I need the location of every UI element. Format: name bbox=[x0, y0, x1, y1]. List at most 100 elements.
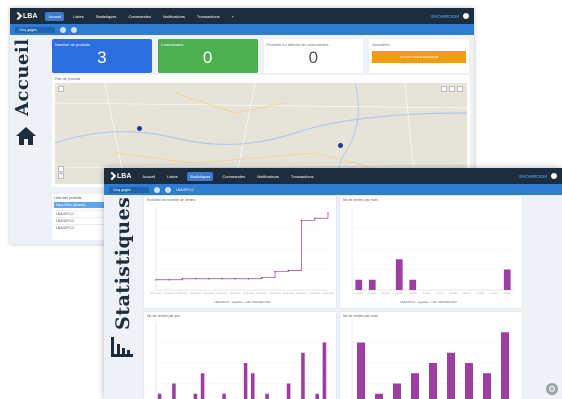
kpi-products-value: 3 bbox=[97, 48, 107, 67]
product-marker[interactable] bbox=[338, 143, 343, 148]
x-tick-label: 11-05-2021 bbox=[243, 293, 255, 295]
x-tick-label: 01-2021 bbox=[355, 293, 364, 295]
x-tick-label: 08-2021 bbox=[449, 293, 458, 295]
kpi-pending-title: Produits en attente de commandes bbox=[266, 42, 329, 47]
x-tick-label: 10-2021 bbox=[476, 293, 485, 295]
product-list-item[interactable]: LBA/DPC/2 bbox=[54, 217, 110, 224]
chart-card-monthly: Nb de ventes par mois 01-2021 02-2021 03-2… bbox=[340, 196, 522, 308]
nav-commandes[interactable]: Commandes bbox=[125, 12, 154, 21]
nav-transactions[interactable]: Transactions bbox=[194, 12, 223, 21]
x-tick-label: 02-2021 bbox=[368, 293, 377, 295]
x-tick-label: 05-2021 bbox=[409, 293, 418, 295]
nav-notifications[interactable]: Notifications bbox=[160, 12, 188, 21]
x-tick-label: 07-2021 bbox=[436, 293, 445, 295]
product-list-item[interactable]: LBA/DPC/3 bbox=[54, 224, 110, 231]
settings-gear-icon[interactable]: ⚙ bbox=[546, 383, 558, 395]
news-showroom-button[interactable]: ACTUALITÉS SHOWROOM bbox=[372, 51, 466, 63]
data-point bbox=[327, 212, 329, 214]
dept-selected[interactable]: Haut-Rhin (Alsace) bbox=[54, 202, 110, 208]
kpi-products-title: Nombre de produits bbox=[55, 42, 91, 47]
stats-subbar: Cinq gagés LBA/DPC/1 bbox=[104, 184, 562, 195]
nav-commandes[interactable]: Commandes bbox=[219, 172, 248, 181]
calendar-icon[interactable] bbox=[165, 186, 171, 193]
layers-icon[interactable] bbox=[58, 86, 64, 92]
logo-arrow-icon bbox=[107, 171, 117, 181]
nav-transactions[interactable]: Transactions bbox=[288, 172, 317, 181]
nav-statistiques[interactable]: Statistiques bbox=[93, 12, 120, 21]
bar bbox=[200, 373, 205, 399]
showroom-selector[interactable]: SHOWROOM bbox=[519, 174, 547, 179]
x-tick-label: 24-06-2021 bbox=[322, 293, 334, 295]
bar bbox=[368, 279, 376, 290]
map-tool-icon[interactable] bbox=[449, 86, 455, 92]
products-list-panel: Liste des produits Haut-Rhin (Alsace) LB… bbox=[52, 194, 112, 240]
data-point bbox=[274, 270, 276, 273]
logo-arrow-icon bbox=[13, 11, 23, 21]
data-point bbox=[208, 277, 210, 280]
data-point bbox=[247, 277, 250, 280]
kpi-orders-title: Commandes bbox=[160, 42, 184, 47]
accueil-menu: Accueil Listes Statistiques Commandes No… bbox=[45, 11, 237, 21]
chart-legend: LBA/DPC/1 - aiguilles - LBA SHOWROOM bbox=[400, 300, 457, 304]
chart-legend: LBA/DPC/1 - aiguilles - LBA SHOWROOM bbox=[214, 300, 271, 304]
x-tick-label: 06-2021 bbox=[422, 293, 431, 295]
bar bbox=[411, 373, 419, 399]
lba-logo[interactable]: LBA bbox=[13, 11, 38, 21]
kpi-pending-value: 0 bbox=[308, 48, 319, 67]
kpi-orders[interactable]: Commandes 0 bbox=[157, 39, 258, 73]
zoom-out-icon[interactable] bbox=[58, 173, 64, 179]
data-point bbox=[221, 277, 223, 280]
products-list-title: Liste des produits bbox=[54, 196, 82, 200]
kpi-pending[interactable]: Produits en attente de commandes 0 bbox=[263, 39, 364, 73]
x-tick-label: 22-03-2021 bbox=[190, 293, 202, 295]
bar bbox=[157, 393, 162, 399]
bar bbox=[501, 332, 509, 399]
product-marker[interactable] bbox=[137, 126, 142, 131]
bar bbox=[301, 352, 305, 399]
add-button-icon[interactable] bbox=[60, 26, 66, 33]
bar bbox=[286, 383, 291, 399]
nav-listes[interactable]: Listes bbox=[164, 172, 180, 181]
statistiques-label: Statistiques bbox=[112, 196, 134, 330]
map-tool-icon[interactable] bbox=[457, 86, 463, 92]
lba-logo[interactable]: LBA bbox=[107, 171, 132, 181]
product-filter[interactable]: LBA/DPC/1 bbox=[176, 188, 194, 192]
showroom-selector[interactable]: SHOWROOM bbox=[431, 14, 459, 19]
series-line bbox=[156, 213, 329, 281]
nav-plus[interactable]: + bbox=[229, 12, 237, 21]
user-avatar-icon[interactable] bbox=[551, 173, 557, 179]
x-tick-label: 09-02-2021 bbox=[150, 293, 162, 295]
accueil-topbar: LBA Accueil Listes Statistiques Commande… bbox=[10, 8, 474, 24]
period-select[interactable]: Cinq gagés bbox=[109, 186, 149, 193]
x-tick-label: 31-05-2021 bbox=[269, 293, 281, 295]
bar bbox=[355, 279, 363, 290]
chart-monthly: 01-2021 02-2021 03-2021 04-2021 05-2021 06-20… bbox=[351, 207, 514, 295]
data-point bbox=[287, 269, 290, 272]
nav-listes[interactable]: Listes bbox=[70, 12, 86, 21]
logo-text: LBA bbox=[117, 172, 132, 180]
bar bbox=[357, 342, 365, 399]
add-button-icon[interactable] bbox=[154, 186, 160, 193]
nav-accueil[interactable]: Accueil bbox=[45, 11, 65, 21]
data-point bbox=[181, 277, 184, 280]
x-tick-label: 27-05-2021 bbox=[256, 293, 268, 295]
data-point bbox=[155, 278, 157, 281]
x-tick-label: 17-02-2021 bbox=[164, 293, 176, 295]
nav-accueil[interactable]: Accueil bbox=[139, 172, 158, 181]
kpi-products[interactable]: Nombre de produits 3 bbox=[52, 39, 152, 73]
bar bbox=[429, 363, 437, 399]
logo-text: LBA bbox=[23, 12, 38, 20]
zoom-in-icon[interactable] bbox=[58, 166, 64, 172]
user-avatar-icon[interactable] bbox=[463, 13, 469, 19]
period-select[interactable]: Cinq gagés bbox=[15, 26, 55, 33]
bar bbox=[375, 393, 383, 399]
product-list-item[interactable]: LBA/DPC/1 bbox=[54, 210, 110, 217]
nav-statistiques[interactable]: Statistiques bbox=[186, 171, 214, 181]
map-tool-icon[interactable] bbox=[441, 86, 447, 92]
data-point bbox=[313, 217, 316, 220]
bar bbox=[172, 383, 176, 399]
nav-notifications[interactable]: Notifications bbox=[254, 172, 282, 181]
x-tick-label: 11-2021 bbox=[490, 293, 499, 295]
calendar-icon[interactable] bbox=[71, 26, 77, 33]
x-tick-label: 27-04-2021 bbox=[230, 293, 242, 295]
